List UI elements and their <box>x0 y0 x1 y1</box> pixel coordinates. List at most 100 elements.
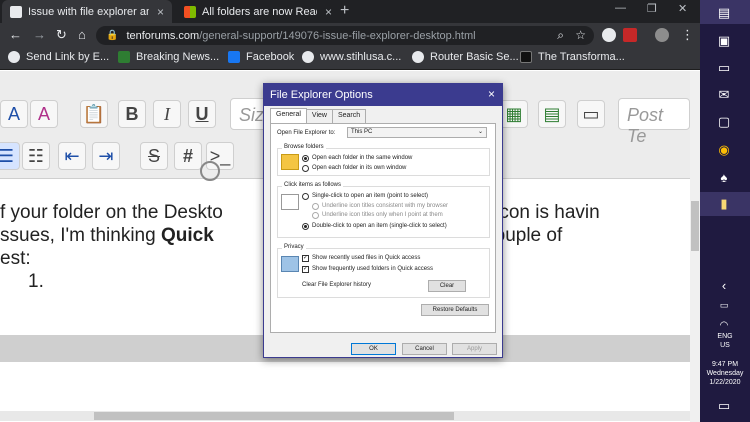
tenforums-favicon-icon <box>10 5 22 18</box>
single-click-radio[interactable] <box>302 193 309 200</box>
solitaire-icon[interactable]: ♠ <box>716 169 732 185</box>
bold-button[interactable]: B <box>118 100 146 128</box>
tab-general[interactable]: General <box>270 108 307 123</box>
bookmark-label: Router Basic Se... <box>430 51 519 63</box>
double-click-label: Double-click to open an item (single-cli… <box>312 223 447 229</box>
mail-icon[interactable]: ✉ <box>716 87 732 103</box>
bookmark-label: Send Link by E... <box>26 51 110 63</box>
bookmarks-bar: Send Link by E... Breaking News... Faceb… <box>0 48 700 70</box>
news-icon <box>118 51 130 63</box>
image-icon[interactable]: ▦ <box>500 100 528 128</box>
maximize-icon[interactable]: ❐ <box>647 2 657 15</box>
tab-title: Issue with file explorer anc <box>28 5 149 18</box>
underline-point-radio[interactable] <box>312 212 319 219</box>
ordered-list-icon[interactable]: ☰ <box>0 142 20 170</box>
battery-icon[interactable]: ▭ <box>716 297 732 313</box>
wifi-icon[interactable]: ◠ <box>716 317 732 333</box>
dialog-title-bar[interactable]: File Explorer Options <box>264 84 502 106</box>
browse-own-window-label: Open each folder in its own window <box>312 165 407 171</box>
book-icon <box>520 51 532 63</box>
tab-issue-file-explorer[interactable]: Issue with file explorer anc × <box>2 0 172 23</box>
tab-view[interactable]: View <box>305 109 333 123</box>
bullet-list-icon[interactable]: ☷ <box>22 142 50 170</box>
text-color-icon[interactable]: A <box>0 100 28 128</box>
open-explorer-value: This PC <box>351 129 373 135</box>
forward-icon[interactable]: → <box>33 27 46 42</box>
bookmark-send-link[interactable]: Send Link by E... <box>8 51 109 63</box>
pdf-extension-icon[interactable] <box>623 28 637 42</box>
general-tab-panel: Open File Explorer to: This PC ⌄ Browse … <box>270 123 496 333</box>
bookmark-stihlusa[interactable]: www.stihlusa.c... <box>302 51 401 63</box>
show-frequent-checkbox[interactable]: ✓ <box>302 266 309 273</box>
comment-icon[interactable]: ▭ <box>577 100 605 128</box>
lock-icon: 🔒 <box>106 30 119 41</box>
bookmark-breaking-news[interactable]: Breaking News... <box>118 51 219 63</box>
close-window-icon[interactable]: ✕ <box>678 2 687 15</box>
open-explorer-select[interactable]: This PC ⌄ <box>347 127 487 138</box>
notes-app-icon[interactable]: ▤ <box>716 5 732 21</box>
clock-date: 1/22/2020 <box>709 379 741 386</box>
vertical-scroll-thumb[interactable] <box>691 201 699 251</box>
bookmark-transforma[interactable]: The Transforma... <box>520 51 625 63</box>
underline-consistent-radio[interactable] <box>312 203 319 210</box>
close-icon[interactable]: × <box>488 87 495 101</box>
outdent-icon[interactable]: ⇤ <box>58 142 86 170</box>
paste-icon[interactable]: 📋 <box>80 100 108 128</box>
reload-icon[interactable]: ↻ <box>56 27 67 43</box>
italic-button[interactable]: I <box>153 100 181 128</box>
back-icon[interactable]: ← <box>9 27 22 42</box>
home-icon[interactable]: ⌂ <box>78 27 86 42</box>
browse-own-window-radio[interactable] <box>302 165 309 172</box>
clear-button[interactable]: Clear <box>428 280 466 292</box>
tab-search[interactable]: Search <box>331 109 367 123</box>
close-tab-icon[interactable]: × <box>157 5 164 19</box>
post-template-select[interactable]: Post Te <box>618 98 690 146</box>
address-bar[interactable]: 🔒 tenforums.com /general-support/149076-… <box>96 26 594 45</box>
windows-store-icon[interactable]: ▣ <box>716 33 732 49</box>
bookmark-label: Facebook <box>246 51 295 63</box>
restore-defaults-button[interactable]: Restore Defaults <box>421 304 489 316</box>
ok-button[interactable]: OK <box>351 343 396 355</box>
indent-icon[interactable]: ⇥ <box>92 142 120 170</box>
strikethrough-button[interactable]: S <box>140 142 168 170</box>
screen-tool-icon[interactable]: ▢ <box>716 114 732 130</box>
clock-day: Wednesday <box>706 370 744 377</box>
cancel-button[interactable]: Cancel <box>402 343 447 355</box>
close-tab-icon[interactable]: × <box>325 5 332 19</box>
browser-toolbar: ← → ↻ ⌂ 🔒 tenforums.com /general-support… <box>0 23 700 48</box>
browse-folders-group: Browse folders Open each folder in the s… <box>277 144 490 176</box>
video-icon[interactable]: ▤ <box>538 100 566 128</box>
new-tab-button[interactable]: + <box>340 2 349 20</box>
horizontal-scroll-thumb[interactable] <box>94 412 454 420</box>
bookmark-star-icon[interactable]: ☆ <box>575 28 586 42</box>
bookmark-router-basic[interactable]: Router Basic Se... <box>412 51 519 63</box>
folder-icon <box>281 154 299 170</box>
globe-icon <box>302 51 314 63</box>
search-icon[interactable]: ⌕ <box>557 28 564 43</box>
language-indicator[interactable]: ENG US <box>700 332 750 350</box>
underline-button[interactable]: U <box>188 100 216 128</box>
highlight-color-icon[interactable]: A <box>30 100 58 128</box>
avatar[interactable] <box>655 28 669 42</box>
chrome-icon[interactable]: ◉ <box>716 142 732 158</box>
apply-button[interactable]: Apply <box>452 343 497 355</box>
sticky-notes-icon[interactable]: ▮ <box>716 196 732 212</box>
open-explorer-label: Open File Explorer to: <box>277 130 336 136</box>
file-explorer-icon[interactable]: ▭ <box>716 60 732 76</box>
chevron-left-icon[interactable]: ‹ <box>716 277 732 293</box>
menu-kebab-icon[interactable]: ⋮ <box>681 27 694 43</box>
bookmark-facebook[interactable]: Facebook <box>228 51 294 63</box>
show-recent-checkbox[interactable]: ✓ <box>302 255 309 262</box>
dialog-tabs: General View Search <box>270 108 367 123</box>
facebook-icon <box>228 51 240 63</box>
tab-all-folders-read[interactable]: All folders are now Read C × <box>176 0 340 23</box>
double-click-radio[interactable] <box>302 223 309 230</box>
browse-same-window-radio[interactable] <box>302 155 309 162</box>
minimize-icon[interactable]: — <box>615 2 626 14</box>
file-explorer-options-dialog: File Explorer Options × General View Sea… <box>263 83 503 358</box>
notifications-icon[interactable]: ▭ <box>716 398 732 414</box>
clock[interactable]: 9:47 PM Wednesday 1/22/2020 <box>700 360 750 387</box>
dark-mode-extension-icon[interactable] <box>602 28 616 42</box>
hashtag-icon[interactable]: # <box>174 142 202 170</box>
globe-icon <box>412 51 424 63</box>
